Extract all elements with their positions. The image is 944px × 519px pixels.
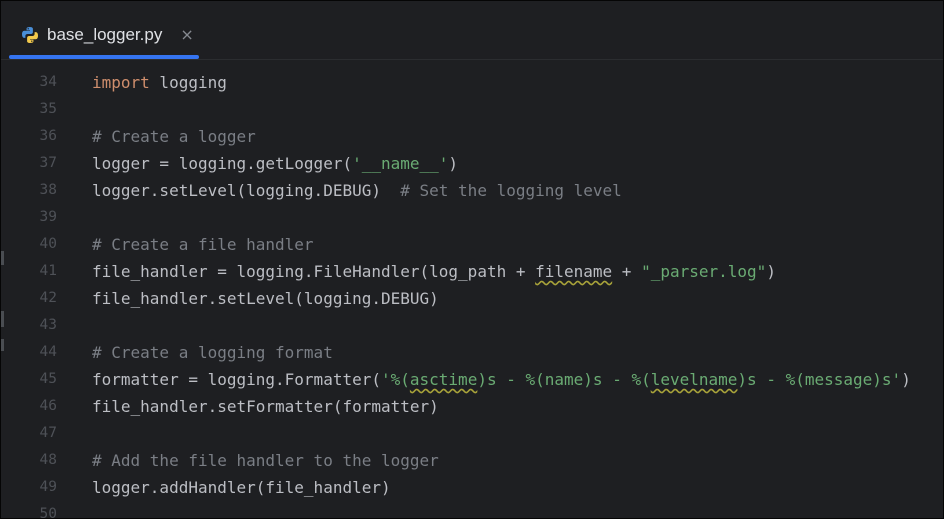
- code-line[interactable]: # Create a logging format: [92, 339, 333, 366]
- code-token: )s - %(message)s': [737, 370, 902, 389]
- code-token: logger.addHandler(file_handler): [92, 478, 391, 497]
- code-token: logger = logging.getLogger(: [92, 154, 353, 173]
- tab-bar: base_logger.py ×: [1, 1, 943, 60]
- code-line[interactable]: formatter = logging.Formatter('%(asctime…: [92, 366, 911, 393]
- code-token: ): [901, 370, 911, 389]
- code-token: file_handler.setFormatter(formatter): [92, 397, 439, 416]
- code-token: logging: [149, 73, 227, 92]
- line-number: 47: [39, 425, 57, 441]
- code-line[interactable]: file_handler.setFormatter(formatter): [92, 393, 439, 420]
- code-token: )s - %(name)s - %(: [477, 370, 651, 389]
- line-number: 41: [39, 263, 57, 279]
- code-token: levelname: [650, 370, 738, 389]
- code-token: logger.setLevel(logging.DEBUG): [92, 181, 401, 200]
- active-tab-indicator: [9, 55, 199, 59]
- tab-filename: base_logger.py: [47, 25, 163, 44]
- line-number: 35: [39, 101, 57, 117]
- code-token: file_handler.setLevel(logging.DEBUG): [92, 289, 439, 308]
- code-line[interactable]: logger = logging.getLogger('__name__'): [92, 150, 458, 177]
- code-line[interactable]: logger.setLevel(logging.DEBUG) # Set the…: [92, 177, 622, 204]
- code-line[interactable]: # Create a logger: [92, 123, 256, 150]
- line-number: 45: [39, 371, 57, 387]
- code-token: file_handler = logging.FileHandler(log_p…: [92, 262, 536, 281]
- code-token: '%(: [380, 370, 410, 389]
- line-number: 34: [39, 74, 57, 90]
- code-token: ): [448, 154, 459, 173]
- code-token: ): [766, 262, 776, 281]
- code-line[interactable]: # Add the file handler to the logger: [92, 447, 439, 474]
- python-icon: [22, 27, 38, 43]
- line-number: 42: [39, 290, 57, 306]
- code-token: # Create a file handler: [92, 235, 314, 254]
- code-line[interactable]: logger.addHandler(file_handler): [92, 474, 391, 501]
- line-number: 38: [39, 182, 57, 198]
- code-token: "_parser.log": [641, 262, 767, 281]
- code-token: formatter = logging.Formatter(: [92, 370, 381, 389]
- code-token: # Add the file handler to the logger: [92, 451, 439, 470]
- code-line[interactable]: import logging: [92, 69, 227, 96]
- line-number: 37: [39, 155, 57, 171]
- line-number: 39: [39, 209, 57, 225]
- code-token: asctime: [409, 370, 478, 389]
- code-editor[interactable]: 34 import logging 35 36 # Create a logger 37 l…: [1, 63, 943, 518]
- line-number: 48: [39, 452, 57, 468]
- code-line[interactable]: # Create a file handler: [92, 231, 314, 258]
- line-number: 36: [39, 128, 57, 144]
- line-number: 44: [39, 344, 57, 360]
- line-number: 46: [39, 398, 57, 414]
- tab-base-logger[interactable]: base_logger.py ×: [9, 13, 199, 59]
- line-number: 50: [39, 506, 57, 519]
- close-icon[interactable]: ×: [180, 27, 193, 43]
- line-number: 40: [39, 236, 57, 252]
- code-token: +: [612, 262, 642, 281]
- code-line[interactable]: file_handler.setLevel(logging.DEBUG): [92, 285, 439, 312]
- line-number: 49: [39, 479, 57, 495]
- code-line[interactable]: file_handler = logging.FileHandler(log_p…: [92, 258, 776, 285]
- code-token: '__name__': [352, 154, 449, 173]
- editor-window: base_logger.py × 34 import logging 35 36 # C…: [0, 0, 944, 519]
- code-token: # Create a logger: [92, 127, 256, 146]
- code-token: filename: [535, 262, 613, 281]
- line-number: 43: [39, 317, 57, 333]
- code-token: # Create a logging format: [92, 343, 333, 362]
- code-token: import: [92, 73, 150, 92]
- code-token: # Set the logging level: [400, 181, 622, 200]
